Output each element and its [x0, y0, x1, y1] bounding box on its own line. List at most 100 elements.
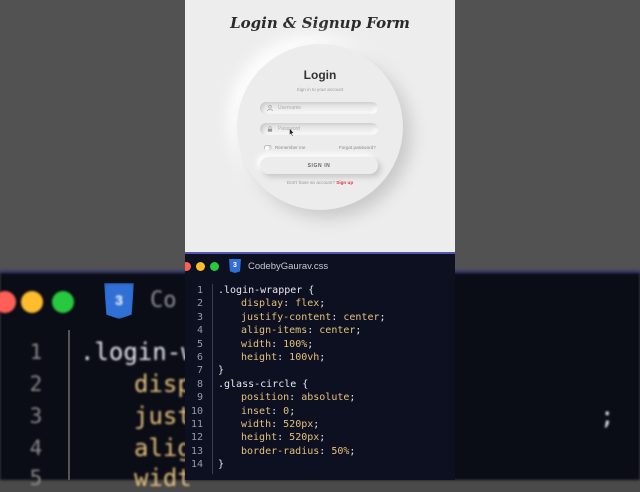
css-property: height — [241, 351, 278, 363]
remember-toggle[interactable] — [264, 145, 272, 150]
css-property: justify-content — [241, 311, 332, 323]
code-line[interactable]: 5 width: 100%; — [185, 338, 455, 351]
code-line[interactable]: 12 height: 520px; — [185, 431, 455, 444]
css-declaration: display: flex; — [241, 298, 326, 310]
css-declaration: width: 520px; — [241, 418, 320, 430]
line-number: 1 — [196, 285, 203, 296]
background-line-number: 2 — [29, 372, 43, 396]
editor-titlebar: 3 CodebyGaurav.css — [185, 254, 455, 278]
css-brace: } — [218, 365, 225, 377]
sign-up-link[interactable]: Sign up — [336, 180, 353, 185]
close-window-dot[interactable] — [185, 262, 191, 271]
username-field[interactable] — [260, 102, 378, 114]
code-line[interactable]: 1 .login-wrapper { — [185, 284, 455, 297]
css-selector: .glass-circle { — [218, 378, 309, 390]
background-code-text: just — [134, 402, 192, 430]
css-declaration: position: absolute; — [241, 392, 356, 404]
css-declaration: width: 100%; — [241, 338, 314, 350]
code-line[interactable]: 4 align-items: center; — [185, 324, 455, 337]
code-line[interactable]: 2 display: flex; — [185, 297, 455, 310]
code-editor: 3 CodebyGaurav.css 1 .login-wrapper { 2 dis… — [185, 252, 455, 480]
editor-filename[interactable]: CodebyGaurav.css — [248, 261, 328, 272]
background-line-number: 5 — [29, 466, 43, 490]
css-value: 520px — [283, 418, 314, 430]
text-cursor-icon — [289, 124, 295, 142]
line-number: 5 — [196, 338, 203, 350]
css-value: flex — [295, 298, 320, 310]
background-code-text: widt — [134, 464, 192, 492]
user-icon — [265, 105, 275, 111]
line-number: 10 — [190, 405, 203, 417]
code-line[interactable]: 10 inset: 0; — [185, 405, 455, 418]
content-panel: Login & Signup Form Login Sign in to you… — [185, 0, 455, 480]
code-line[interactable]: 8 .glass-circle { — [185, 378, 455, 391]
css-value: 50% — [331, 445, 350, 457]
css-brace: } — [218, 459, 225, 471]
login-subtitle: Sign in to your account — [296, 87, 344, 92]
code-line[interactable]: 11 width: 520px; — [185, 418, 455, 431]
signup-prompt-text: Don't have an account? — [286, 180, 335, 185]
css-value: center — [319, 325, 356, 337]
line-number: 11 — [190, 418, 203, 430]
background-code-text: .login-w — [80, 338, 196, 366]
css-property: border-radius — [241, 445, 320, 457]
line-number: 9 — [196, 392, 203, 404]
css-file-icon: 3 — [229, 259, 241, 273]
sign-in-button[interactable]: SIGN IN — [260, 157, 378, 174]
css-selector: .login-wrapper { — [218, 285, 315, 296]
background-minimize-dot — [21, 291, 43, 313]
background-gutter — [68, 330, 70, 480]
css-property: align-items — [241, 325, 308, 337]
css-property: width — [241, 338, 272, 350]
line-number: 8 — [196, 378, 203, 390]
background-line-number: 1 — [29, 340, 43, 364]
code-line[interactable]: 13 border-radius: 50%; — [185, 445, 455, 458]
password-field[interactable] — [260, 123, 378, 135]
background-line-number: 4 — [29, 436, 43, 460]
maximize-window-dot[interactable] — [210, 262, 219, 271]
background-code-text: ; — [600, 402, 615, 430]
css-property: width — [241, 418, 272, 430]
login-preview: Login & Signup Form Login Sign in to you… — [185, 0, 455, 252]
css-property: display — [241, 298, 284, 310]
line-number: 6 — [196, 351, 203, 363]
code-line[interactable]: 7} — [185, 364, 455, 377]
remember-label: Remember me — [275, 145, 306, 150]
background-code-text: alig — [134, 434, 192, 462]
code-line[interactable]: 9 position: absolute; — [185, 391, 455, 404]
background-maximize-dot — [52, 291, 74, 313]
username-input[interactable] — [278, 103, 368, 113]
page-title: Login & Signup Form — [230, 14, 410, 32]
line-number: 7 — [196, 365, 203, 377]
css-declaration: height: 100vh; — [241, 351, 326, 363]
line-number: 4 — [196, 325, 203, 337]
css-declaration: align-items: center; — [241, 325, 362, 337]
remember-me[interactable]: Remember me — [264, 145, 305, 150]
minimize-window-dot[interactable] — [196, 262, 205, 271]
line-number: 3 — [196, 311, 203, 323]
background-line-number: 3 — [29, 404, 43, 428]
css-declaration: border-radius: 50%; — [241, 445, 356, 457]
line-number: 14 — [190, 459, 203, 471]
code-line[interactable]: 14} — [185, 458, 455, 471]
background-css-icon: 3 — [104, 283, 134, 319]
css-declaration: height: 520px; — [241, 432, 326, 444]
login-heading: Login — [303, 68, 337, 82]
css-property: position — [241, 392, 290, 404]
css-value: 100% — [283, 338, 308, 350]
lock-icon — [265, 126, 275, 132]
css-value: 100vh — [289, 351, 320, 363]
line-number: 13 — [190, 445, 203, 457]
background-code-text: disp — [134, 370, 192, 398]
forgot-password-link[interactable]: Forgot password? — [339, 145, 376, 150]
code-line[interactable]: 3 justify-content: center; — [185, 311, 455, 324]
css-declaration: inset: 0; — [241, 405, 296, 417]
code-lines[interactable]: 1 .login-wrapper { 2 display: flex; 3 justify… — [185, 284, 455, 471]
css-property: inset — [241, 405, 272, 417]
code-line[interactable]: 6 height: 100vh; — [185, 351, 455, 364]
css-value: absolute — [301, 392, 350, 404]
line-number: 2 — [196, 298, 203, 310]
line-number: 12 — [190, 432, 203, 444]
background-filename: Co — [150, 288, 177, 313]
css-declaration: justify-content: center; — [241, 311, 386, 323]
